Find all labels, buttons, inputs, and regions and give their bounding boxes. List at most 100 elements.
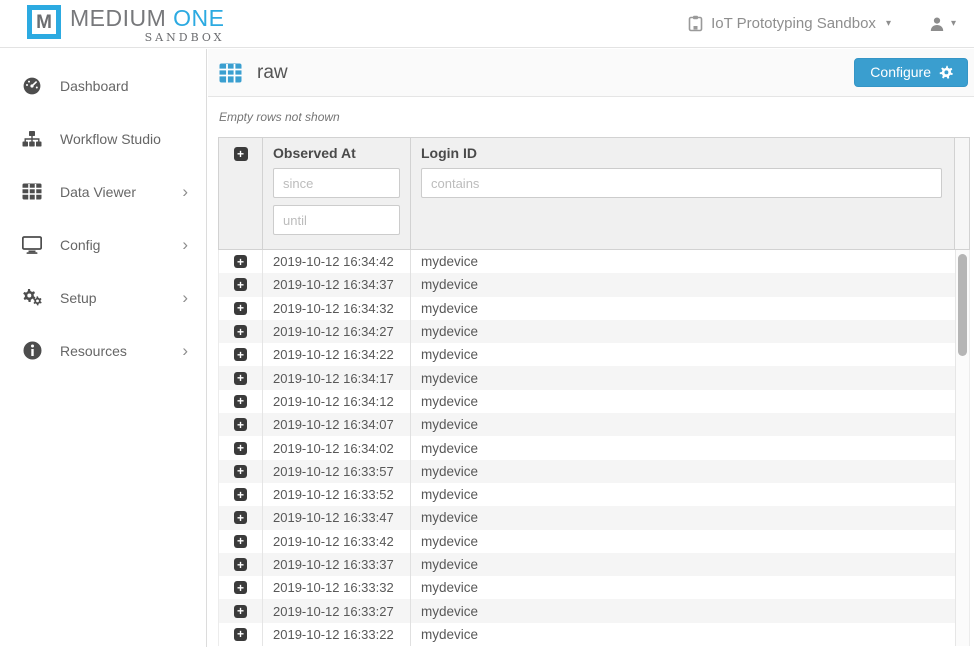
chevron-right-icon: ›	[182, 236, 188, 253]
sidebar: Dashboard Workflow Studio D	[0, 49, 207, 647]
sidebar-item-label: Setup	[60, 290, 97, 306]
expand-row-icon[interactable]: +	[234, 558, 247, 571]
login-id-cell: mydevice	[411, 413, 955, 436]
observed-at-cell: 2019-10-12 16:34:17	[263, 366, 411, 389]
observed-at-cell: 2019-10-12 16:33:37	[263, 553, 411, 576]
expand-row-icon[interactable]: +	[234, 372, 247, 385]
sidebar-item-label: Resources	[60, 343, 127, 359]
observed-at-cell: 2019-10-12 16:33:52	[263, 483, 411, 506]
table-row: +2019-10-12 16:33:32mydevice	[219, 576, 955, 599]
chevron-right-icon: ›	[182, 289, 188, 306]
login-id-cell: mydevice	[411, 483, 955, 506]
observed-at-cell: 2019-10-12 16:34:27	[263, 320, 411, 343]
expand-row-icon[interactable]: +	[234, 581, 247, 594]
login-id-cell: mydevice	[411, 273, 955, 296]
expand-row-icon[interactable]: +	[234, 535, 247, 548]
info-circle-icon	[21, 341, 43, 360]
table-row: +2019-10-12 16:34:12mydevice	[219, 390, 955, 413]
expand-row-icon[interactable]: +	[234, 488, 247, 501]
configure-button[interactable]: Configure	[854, 58, 968, 87]
login-id-cell: mydevice	[411, 297, 955, 320]
project-name: IoT Prototyping Sandbox	[711, 15, 876, 32]
observed-at-cell: 2019-10-12 16:34:22	[263, 343, 411, 366]
page-title: raw	[257, 62, 288, 84]
sidebar-item-data-viewer[interactable]: Data Viewer ›	[0, 165, 206, 218]
table-header: + Observed At Login ID	[218, 137, 970, 250]
table-row: +2019-10-12 16:33:37mydevice	[219, 553, 955, 576]
expand-row-icon[interactable]: +	[234, 255, 247, 268]
sidebar-item-config[interactable]: Config ›	[0, 218, 206, 271]
expand-row-icon[interactable]: +	[234, 511, 247, 524]
table-row: +2019-10-12 16:33:52mydevice	[219, 483, 955, 506]
table-row: +2019-10-12 16:33:22mydevice	[219, 623, 955, 646]
observed-at-cell: 2019-10-12 16:33:42	[263, 530, 411, 553]
gear-icon	[939, 65, 954, 80]
sidebar-item-resources[interactable]: Resources ›	[0, 324, 206, 377]
page-title-bar: raw Configure	[208, 49, 974, 97]
observed-at-cell: 2019-10-12 16:33:22	[263, 623, 411, 646]
chevron-down-icon: ▾	[886, 19, 891, 29]
login-id-cell: mydevice	[411, 553, 955, 576]
cogs-icon	[21, 288, 43, 307]
column-header-observed-at: Observed At	[273, 145, 400, 161]
table-row: +2019-10-12 16:33:27mydevice	[219, 599, 955, 622]
clipboard-icon	[688, 15, 703, 32]
logo-m-icon: M	[27, 5, 61, 39]
table-row: +2019-10-12 16:34:07mydevice	[219, 413, 955, 436]
topbar: M MEDIUM ONE SANDBOX IoT Prototyping San…	[0, 0, 974, 48]
expand-row-icon[interactable]: +	[234, 605, 247, 618]
scrollbar-thumb[interactable]	[958, 254, 967, 356]
app-window: M MEDIUM ONE SANDBOX IoT Prototyping San…	[0, 0, 974, 647]
expand-row-icon[interactable]: +	[234, 418, 247, 431]
main-content: raw Configure Empty rows not shown +	[208, 49, 974, 647]
expand-row-icon[interactable]: +	[234, 302, 247, 315]
column-header-login-id: Login ID	[421, 145, 942, 161]
sidebar-item-dashboard[interactable]: Dashboard	[0, 59, 206, 112]
table-row: +2019-10-12 16:33:57mydevice	[219, 460, 955, 483]
expand-row-icon[interactable]: +	[234, 325, 247, 338]
expand-all-icon[interactable]: +	[234, 147, 248, 161]
table-row: +2019-10-12 16:34:22mydevice	[219, 343, 955, 366]
chevron-right-icon: ›	[182, 183, 188, 200]
table-row: +2019-10-12 16:34:17mydevice	[219, 366, 955, 389]
expand-row-icon[interactable]: +	[234, 348, 247, 361]
gauge-icon	[21, 76, 43, 96]
sidebar-item-workflow-studio[interactable]: Workflow Studio	[0, 112, 206, 165]
chevron-down-icon: ▾	[951, 19, 956, 29]
table-body: +2019-10-12 16:34:42mydevice+2019-10-12 …	[218, 250, 970, 646]
user-icon	[929, 16, 945, 32]
observed-at-cell: 2019-10-12 16:34:42	[263, 250, 411, 273]
observed-at-cell: 2019-10-12 16:34:32	[263, 297, 411, 320]
table-row: +2019-10-12 16:34:37mydevice	[219, 273, 955, 296]
user-menu[interactable]: ▾	[929, 16, 956, 32]
chevron-right-icon: ›	[182, 342, 188, 359]
sidebar-item-setup[interactable]: Setup ›	[0, 271, 206, 324]
expand-row-icon[interactable]: +	[234, 628, 247, 641]
sidebar-item-label: Config	[60, 237, 100, 253]
sidebar-item-label: Data Viewer	[60, 184, 136, 200]
login-id-cell: mydevice	[411, 460, 955, 483]
table-row: +2019-10-12 16:34:02mydevice	[219, 436, 955, 459]
table-icon	[21, 183, 43, 200]
project-selector[interactable]: IoT Prototyping Sandbox ▾	[688, 15, 891, 32]
expand-row-icon[interactable]: +	[234, 465, 247, 478]
login-id-cell: mydevice	[411, 530, 955, 553]
empty-rows-note: Empty rows not shown	[219, 110, 340, 124]
expand-row-icon[interactable]: +	[234, 395, 247, 408]
login-id-cell: mydevice	[411, 250, 955, 273]
sidebar-item-label: Workflow Studio	[60, 131, 161, 147]
until-filter-input[interactable]	[273, 205, 400, 235]
table-row: +2019-10-12 16:34:42mydevice	[219, 250, 955, 273]
since-filter-input[interactable]	[273, 168, 400, 198]
header-scroll-spacer	[955, 138, 969, 249]
observed-at-cell: 2019-10-12 16:34:12	[263, 390, 411, 413]
vertical-scrollbar[interactable]	[955, 250, 969, 646]
observed-at-cell: 2019-10-12 16:34:07	[263, 413, 411, 436]
expand-row-icon[interactable]: +	[234, 278, 247, 291]
observed-at-cell: 2019-10-12 16:33:47	[263, 506, 411, 529]
configure-button-label: Configure	[870, 64, 931, 80]
medium-one-logo[interactable]: M MEDIUM ONE SANDBOX	[27, 3, 225, 44]
expand-row-icon[interactable]: +	[234, 442, 247, 455]
contains-filter-input[interactable]	[421, 168, 942, 198]
observed-at-cell: 2019-10-12 16:33:32	[263, 576, 411, 599]
